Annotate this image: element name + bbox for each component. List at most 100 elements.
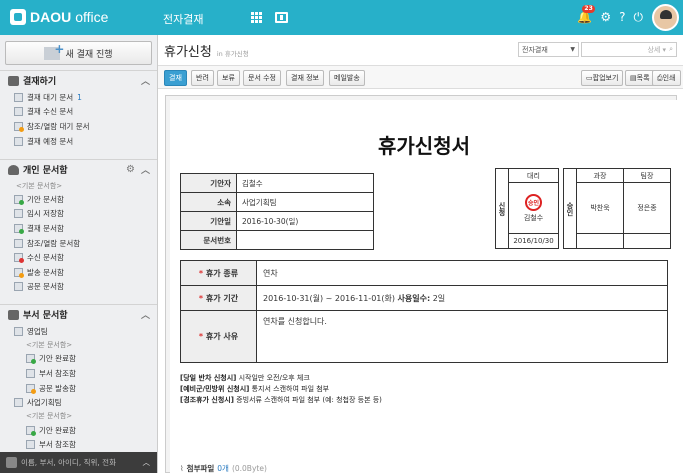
sidebar-item-label: 결재 예정 문서: [27, 136, 74, 146]
document-icon: [14, 267, 24, 278]
check-box-icon: [8, 75, 19, 86]
sidebar-item-dept-done[interactable]: 기안 완료함: [0, 352, 157, 367]
days-used-value: 2일: [432, 293, 446, 303]
hold-button[interactable]: 보류: [217, 70, 240, 86]
required-mark: *: [198, 293, 204, 303]
sidebar-item-drafts[interactable]: 기안 문서함: [0, 192, 157, 207]
request-date: 2016/10/30: [508, 233, 559, 249]
logo-brand: DAOU: [30, 9, 72, 25]
gear-icon[interactable]: ⚙: [126, 164, 135, 175]
sidebar-item-label: 공문 발송함: [39, 383, 76, 393]
print-button[interactable]: ⎙ 인쇄: [652, 70, 681, 86]
required-mark: *: [198, 268, 204, 278]
avatar[interactable]: [652, 4, 679, 31]
sidebar-item-temp[interactable]: 임시 저장함: [0, 207, 157, 222]
search-detail-label[interactable]: 상세 ▾: [647, 45, 666, 55]
logo-icon: [10, 9, 26, 25]
approver-role: 과장: [576, 168, 624, 183]
approval-info-button[interactable]: 결재 정보: [286, 70, 324, 86]
document-icon: [14, 92, 23, 102]
approve-button[interactable]: 결재: [164, 70, 187, 86]
leave-type-label: * 휴가 종류: [180, 260, 257, 286]
approver-date: [576, 233, 624, 249]
approval-section-header[interactable]: 결재하기 ︿: [0, 70, 157, 90]
info-value: 사업기획팀: [236, 192, 374, 212]
sidebar-item-label: 결재 문서함: [27, 223, 64, 233]
sidebar-item-waiting[interactable]: 결재 대기 문서 1: [0, 90, 157, 105]
popup-view-button[interactable]: ▭ 팝업보기: [581, 70, 624, 86]
sidebar-item-dept-ref[interactable]: 부서 참조함: [0, 438, 157, 453]
sidebar-item-label: 부서 참조함: [39, 368, 76, 378]
info-key: 소속: [180, 192, 237, 212]
app-name[interactable]: 전자결재: [163, 11, 203, 27]
sidebar-item-approved[interactable]: 결재 문서함: [0, 221, 157, 236]
notification-badge: 23: [582, 5, 595, 13]
section-title: 부서 문서함: [23, 311, 68, 321]
sidebar-item-received[interactable]: 결재 수신 문서: [0, 105, 157, 120]
document-icon: [26, 354, 36, 365]
sidebar-item-label: 임시 저장함: [27, 209, 64, 219]
group-label: <기본 문서함>: [26, 341, 73, 350]
chevron-up-icon[interactable]: ︿: [141, 163, 150, 176]
info-key: 기안일: [180, 211, 237, 231]
people-search-bar[interactable]: 이름, 부서, 아이디, 직위, 전화 ︿: [0, 452, 157, 473]
sidebar-item-dept-ref[interactable]: 부서 참조함: [0, 366, 157, 381]
sidebar-item-ref[interactable]: 참조/열람 문서함: [0, 236, 157, 251]
chevron-up-icon[interactable]: ︿: [141, 308, 150, 321]
power-icon[interactable]: ⏻: [634, 11, 644, 24]
people-search-icon: [6, 457, 17, 468]
info-value: 2016-10-30(일): [236, 211, 374, 231]
list-button[interactable]: ▤ 목록: [625, 70, 655, 86]
notification-bell-icon[interactable]: 🔔 23: [577, 5, 595, 24]
document-icon: [14, 282, 23, 292]
note-text: 증빙서류 스캔하여 파일 첨부 (예: 청첩장 등본 등): [236, 396, 382, 404]
document: 휴가신청서 기안자 김철수 소속 사업기획팀 기안일 2016-10-30(일) 문서…: [170, 100, 678, 474]
document-icon: [26, 383, 36, 394]
send-mail-button[interactable]: 메일발송: [329, 70, 365, 86]
attachments[interactable]: ⌇ 첨부파일 0개 (0.0Byte): [180, 463, 267, 474]
dept-section-header[interactable]: 부서 문서함 ︿: [0, 304, 157, 324]
category-select[interactable]: 전자결재 ▼: [518, 42, 579, 57]
sidebar-item-label: 부서 참조함: [39, 440, 76, 450]
sidebar-item-dept-sent[interactable]: 공문 발송함: [0, 381, 157, 396]
edit-document-button[interactable]: 문서 수정: [243, 70, 281, 86]
sidebar-item-label: 수신 문서함: [27, 253, 64, 263]
personal-section-header[interactable]: 개인 문서함 ⚙ ︿: [0, 159, 157, 179]
leave-period-value: 2016-10-31(월) ~ 2016-11-01(화) 사용일수: 2일: [256, 285, 668, 311]
reject-button[interactable]: 반려: [191, 70, 214, 86]
dept-section: 부서 문서함 ︿ 영업팀 <기본 문서함> 기안 완료함 부서 참조함 공문 발…: [0, 304, 157, 453]
sidebar-item-dept-done[interactable]: 기안 완료함: [0, 423, 157, 438]
dept-folder[interactable]: 사업기획팀: [0, 395, 157, 410]
approver-date: [623, 233, 671, 249]
dept-name: 영업팀: [27, 326, 48, 336]
request-signature: 승인 김철수: [508, 182, 559, 234]
new-approval-label: 새 결재 진행: [65, 49, 113, 60]
request-label: 신청: [495, 168, 509, 249]
attachments-count: 0개: [217, 464, 229, 473]
new-approval-button[interactable]: 새 결재 진행: [5, 41, 152, 65]
sidebar-item-label: 참조/열람 대기 문서: [27, 121, 90, 131]
info-value: 김철수: [236, 173, 374, 193]
request-name: 김철수: [523, 213, 544, 222]
leave-reason-value: 연차를 신청합니다.: [256, 310, 668, 363]
sidebar-item-scheduled[interactable]: 결재 예정 문서: [0, 134, 157, 149]
slideshow-icon[interactable]: [275, 12, 288, 23]
logo[interactable]: DAOU office: [10, 9, 108, 25]
people-search-input[interactable]: 이름, 부서, 아이디, 직위, 전화: [21, 457, 116, 468]
dept-name: 사업기획팀: [27, 398, 62, 408]
logo-suffix: office: [75, 9, 109, 25]
apps-grid-icon[interactable]: [251, 12, 262, 23]
sidebar-item-sent[interactable]: 발송 문서함: [0, 265, 157, 280]
gear-icon[interactable]: ⚙: [600, 11, 611, 24]
search-icon[interactable]: ⌕: [669, 45, 673, 54]
help-icon[interactable]: ?: [619, 11, 625, 24]
sidebar-item-inbox[interactable]: 수신 문서함: [0, 250, 157, 265]
sidebar-item-official[interactable]: 공문 문서함: [0, 280, 157, 295]
search-input[interactable]: 상세 ▾ ⌕: [581, 42, 677, 57]
dept-folder[interactable]: 영업팀: [0, 324, 157, 339]
page-title: 휴가신청 in 휴가신청: [164, 41, 249, 60]
sidebar-item-label: 발송 문서함: [27, 267, 64, 277]
chevron-up-icon[interactable]: ︿: [141, 74, 150, 87]
chevron-up-icon[interactable]: ︿: [143, 457, 151, 468]
sidebar-item-ref-waiting[interactable]: 참조/열람 대기 문서: [0, 119, 157, 134]
